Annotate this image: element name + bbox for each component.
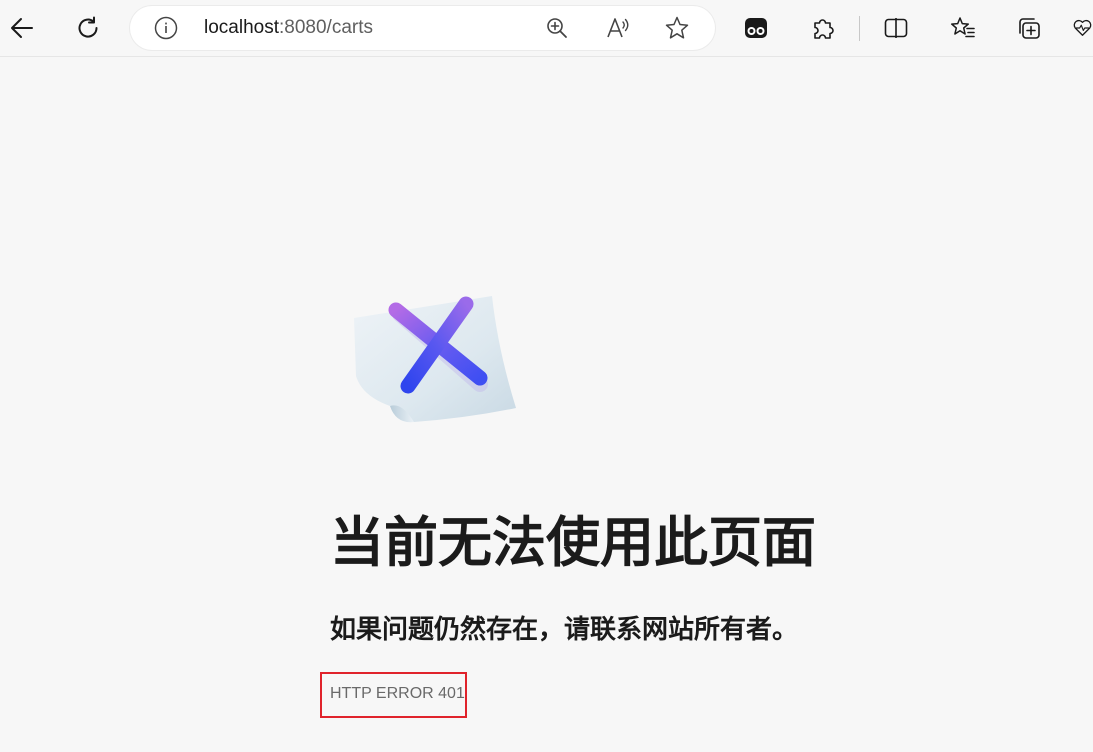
- read-aloud-button[interactable]: [605, 15, 631, 41]
- favorites-icon: [950, 17, 975, 38]
- toolbar-separator: [859, 16, 860, 41]
- puzzle-icon: [814, 19, 834, 39]
- url-host: localhost: [204, 17, 279, 38]
- gamepad-icon: [745, 18, 767, 38]
- site-info-button[interactable]: [154, 16, 178, 40]
- back-button[interactable]: [2, 8, 42, 48]
- info-icon: [154, 16, 178, 40]
- error-subtitle: 如果问题仍然存在，请联系网站所有者。: [330, 615, 799, 645]
- split-screen-button[interactable]: [876, 8, 916, 48]
- split-screen-icon: [884, 18, 908, 38]
- extensions-button[interactable]: [803, 8, 843, 48]
- error-title: 当前无法使用此页面: [330, 511, 816, 574]
- game-extension-button[interactable]: [736, 8, 776, 48]
- back-arrow-icon: [11, 18, 33, 38]
- error-code: HTTP ERROR 401: [330, 685, 465, 702]
- performance-button[interactable]: [1072, 8, 1093, 48]
- favorites-button[interactable]: [943, 8, 983, 48]
- collections-icon: [1019, 18, 1040, 39]
- zoom-in-icon: [547, 18, 567, 38]
- favorite-button[interactable]: [664, 15, 690, 41]
- refresh-icon: [78, 16, 98, 38]
- collections-button[interactable]: [1009, 8, 1049, 48]
- address-bar[interactable]: localhost:8080/carts: [130, 6, 715, 50]
- error-x-icon: [354, 296, 516, 423]
- read-aloud-icon: [607, 18, 629, 38]
- error-illustration: [348, 290, 524, 428]
- url-text[interactable]: localhost:8080/carts: [204, 17, 373, 39]
- refresh-button[interactable]: [68, 8, 108, 48]
- browser-toolbar: localhost:8080/carts: [0, 0, 1093, 57]
- url-path: :8080/carts: [279, 17, 373, 38]
- zoom-button[interactable]: [544, 15, 570, 41]
- heart-pulse-icon: [1073, 19, 1092, 36]
- star-icon: [665, 16, 689, 39]
